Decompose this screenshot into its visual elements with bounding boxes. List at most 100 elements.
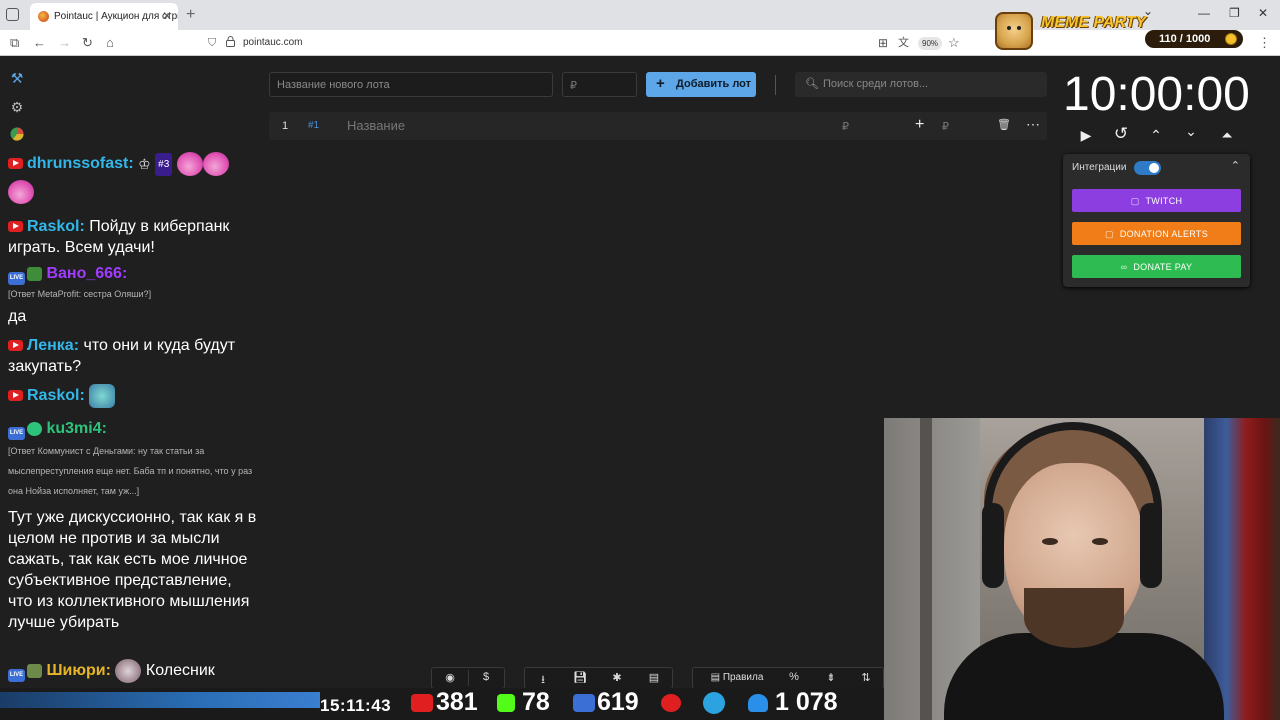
chat-message: LIVE ku3mi4: [Ответ Коммунист с Деньгами… (8, 418, 260, 633)
youtube-icon (8, 158, 23, 170)
chat-reply-quote: [Ответ Коммунист с Деньгами: ну так стат… (8, 446, 253, 496)
play-icon[interactable]: ▶ (1076, 127, 1096, 144)
rules-icon: ▤ (710, 672, 721, 683)
progress-bar (0, 692, 320, 708)
split-icon[interactable]: ⇟ (816, 671, 846, 684)
rank-badge: #3 (155, 152, 173, 176)
integrations-label: Интеграции (1072, 162, 1127, 173)
youtube-icon (411, 694, 433, 712)
add-amount-input[interactable]: ₽ (942, 120, 949, 133)
rules-button[interactable]: ▤ Правила (697, 672, 777, 683)
youtube-viewers: 381 (436, 688, 478, 716)
address-bar[interactable]: ⛉ pointauc.com (200, 33, 970, 53)
timer-increase-icon[interactable]: ⌃ (1146, 127, 1166, 144)
chat-nick: Ленка: (27, 337, 80, 354)
emote-icon (115, 659, 142, 683)
chat-nick: Raskol: (27, 218, 85, 235)
reset-timer-icon[interactable]: ↺ (1111, 124, 1131, 144)
bug-icon[interactable]: ✱ (602, 671, 632, 684)
auction-timer: 10:00:00 (1063, 68, 1250, 121)
close-window-icon[interactable]: ✕ (1258, 6, 1268, 20)
close-tab-icon[interactable]: ✕ (162, 9, 172, 23)
add-amount-icon[interactable]: + (915, 116, 924, 134)
emote-icon (176, 152, 203, 176)
donate-dollar-icon[interactable]: $ (471, 671, 501, 683)
gavel-icon[interactable]: ⚒ (9, 70, 25, 86)
app-sidebar: ⚒ ⚙ (0, 57, 34, 157)
back-icon[interactable]: ← (33, 35, 46, 51)
tracking-shield-icon[interactable]: ⛉ (208, 37, 216, 50)
donate-pay-icon: ∞ (1120, 262, 1128, 272)
percent-icon[interactable]: % (779, 671, 809, 683)
lot-search-input[interactable]: 🔍︎ Поиск среди лотов... (795, 72, 1047, 97)
timer-decrease-icon[interactable]: ⌄ (1181, 123, 1201, 140)
wheel-icon[interactable] (9, 127, 25, 143)
save-icon[interactable]: 💾︎ (565, 671, 595, 684)
archive-icon[interactable]: ▤ (639, 671, 669, 684)
integrations-toggle[interactable] (1134, 161, 1161, 175)
timer-double-increase-icon[interactable]: ⏶ (1217, 127, 1237, 144)
search-icon: 🔍︎ (805, 78, 819, 90)
total-viewers: 1 078 (775, 688, 838, 716)
donation-alerts-button[interactable]: ▢ DONATION ALERTS (1072, 222, 1241, 245)
streamer-beard (1024, 588, 1124, 648)
sort-icon[interactable]: ⇅ (851, 671, 881, 684)
rules-label: Правила (722, 672, 764, 683)
forward-icon[interactable]: → (58, 35, 71, 51)
collapse-chevron-icon[interactable]: ⌃ (1231, 159, 1240, 172)
lot-name-input[interactable]: Название (347, 118, 405, 133)
reload-icon[interactable]: ↻ (82, 35, 93, 51)
kick-icon (497, 694, 515, 712)
divider (775, 75, 776, 95)
tab-actions-icon[interactable] (6, 8, 19, 21)
vk-live-icon: LIVE (8, 427, 25, 440)
add-lot-button[interactable]: + Добавить лот (646, 72, 756, 97)
chat-message: LIVE Вано_666: [Ответ MetaProfit: сестра… (8, 263, 260, 327)
emote-icon (89, 384, 116, 408)
avatar (27, 664, 42, 678)
coin-icon (1225, 33, 1237, 45)
chat-nick: ku3mi4: (46, 420, 107, 437)
chat-message: dhrunssofast: ♔ #3 (8, 152, 260, 204)
site-favicon-icon (38, 11, 49, 22)
donate-pay-button[interactable]: ∞ DONATE PAY (1072, 255, 1241, 278)
lot-amount-input[interactable]: ₽ (842, 120, 849, 133)
settings-gear-icon[interactable]: ⚙ (9, 99, 25, 115)
url-text: pointauc.com (243, 37, 303, 48)
new-tab-icon[interactable]: + (186, 6, 195, 24)
browser-tab[interactable]: Pointauc | Аукцион для стримеров ✕ (30, 3, 178, 30)
collections-icon[interactable]: ⧉ (10, 35, 19, 51)
new-lot-price-input[interactable]: ₽ (562, 72, 637, 97)
github-icon[interactable]: ◉ (435, 671, 465, 684)
chat-message: LIVE Шиюри: Колесник (8, 659, 260, 683)
search-placeholder: Поиск среди лотов... (823, 78, 929, 90)
headphone-cup (1140, 503, 1162, 588)
youtube-icon (8, 221, 23, 232)
emote-icon (202, 152, 229, 176)
plus-icon: + (656, 75, 665, 92)
lot-index: 1 (282, 120, 289, 132)
chat-text: да (8, 308, 27, 325)
new-lot-name-input[interactable]: Название нового лота (269, 72, 553, 97)
trash-icon[interactable]: 🗑︎ (997, 118, 1011, 131)
chat-reply-quote: [Ответ MetaProfit: сестра Оляши?] (8, 289, 152, 299)
donation-alerts-icon: ▢ (1105, 229, 1114, 239)
favorite-star-icon[interactable]: ☆ (948, 35, 960, 51)
more-options-icon[interactable]: ⋯ (1026, 116, 1040, 133)
chat-text: Тут уже дискуссионно, так как я в целом … (8, 509, 257, 631)
translate-icon[interactable]: 文 (898, 35, 909, 51)
vk-live-icon: LIVE (8, 669, 25, 683)
install-app-icon[interactable]: ⊞ (878, 35, 888, 51)
zoom-level[interactable]: 90% (918, 37, 943, 50)
browser-menu-icon[interactable]: ⋮ (1258, 35, 1271, 51)
screen: Pointauc | Аукцион для стримеров ✕ + — ❐… (0, 0, 1280, 720)
chat-text: Колесник (145, 662, 215, 680)
rules-toolbar: ▤ Правила % ⇟ ⇅ (692, 667, 884, 689)
chat-nick: dhrunssofast: (27, 155, 134, 173)
home-icon[interactable]: ⌂ (106, 35, 114, 51)
lot-id: #1 (308, 120, 320, 131)
twitch-button[interactable]: ▢ TWITCH (1072, 189, 1241, 212)
chat-nick: Вано_666: (46, 265, 128, 282)
add-lot-label: Добавить лот (676, 78, 752, 90)
emote-icon (8, 180, 34, 204)
